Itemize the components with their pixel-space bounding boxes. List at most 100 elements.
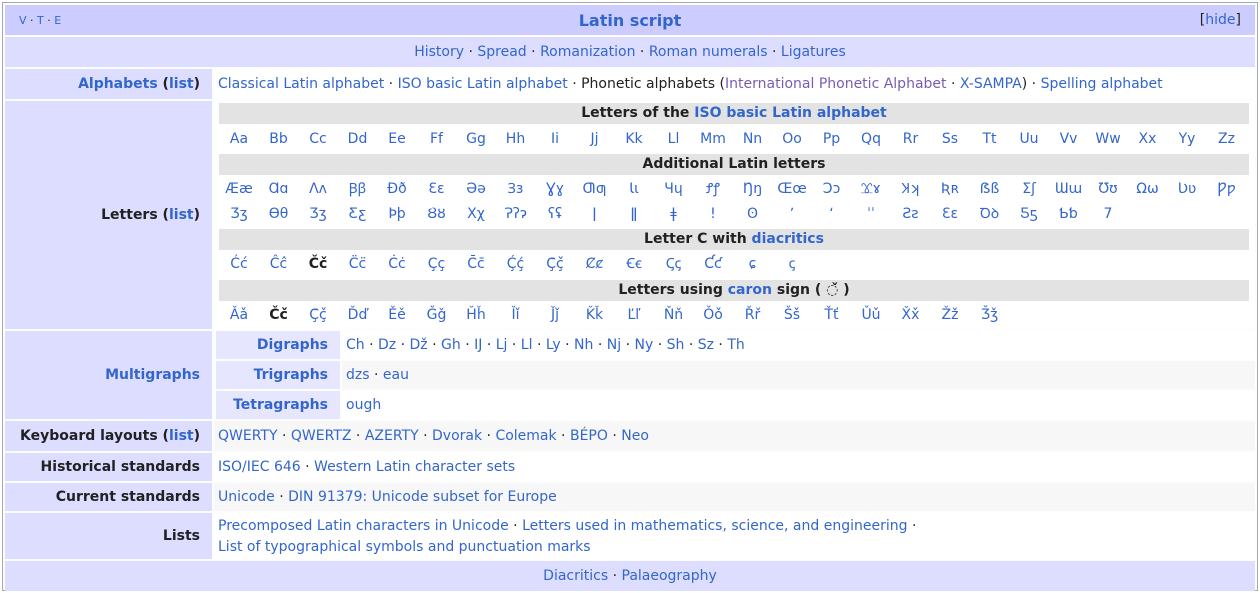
letter-link[interactable]: Ḉḉ [507, 252, 524, 277]
digraph-link[interactable]: Dž [410, 337, 428, 353]
multigraphs-label[interactable]: Multigraphs [105, 367, 200, 383]
letter-link[interactable]: Ꞔꞔ [666, 252, 682, 277]
letter-link[interactable]: Ƽƽ [1020, 202, 1037, 227]
list-link[interactable]: Precomposed Latin characters in Unicode [218, 518, 509, 534]
letter-link[interactable]: Bb [269, 127, 288, 152]
letter-link[interactable]: Šš [784, 303, 800, 328]
alphabet-link[interactable]: Classical Latin alphabet [218, 76, 384, 92]
letter-link[interactable]: ɕ [749, 252, 757, 277]
keyboard-layout-link[interactable]: Neo [621, 428, 649, 444]
hide-button[interactable]: hide [1205, 12, 1235, 28]
letter-link[interactable]: Ɣɣ [546, 177, 564, 202]
letter-link[interactable]: C̈c̈ [349, 252, 366, 277]
topic-link[interactable]: Romanization [540, 44, 635, 60]
diacritics-link[interactable]: diacritics [752, 231, 824, 247]
letter-link[interactable]: Ʌʌ [309, 177, 327, 202]
letter-link[interactable]: Ěě [388, 303, 405, 328]
letter-link[interactable]: Qq [861, 127, 881, 152]
letter-link[interactable]: Oo [782, 127, 802, 152]
keyboard-layout-link[interactable]: Dvorak [432, 428, 482, 444]
letter-link[interactable]: Ćć [230, 252, 247, 277]
letter-link[interactable]: Ňň [664, 303, 683, 328]
letter-link[interactable]: Ȟȟ [466, 303, 485, 328]
tetragraph-link[interactable]: ough [346, 397, 381, 413]
keyboard-layout-link[interactable]: Colemak [495, 428, 556, 444]
keyboard-layout-link[interactable]: BÉPO [570, 428, 608, 444]
letter-link[interactable]: Ωω [1136, 177, 1158, 202]
digraph-link[interactable]: Ly [546, 337, 561, 353]
letter-link[interactable]: Ƨƨ [902, 202, 918, 227]
letter-link[interactable]: Ff [430, 127, 443, 152]
letter-link[interactable]: Ɩɩ [629, 177, 639, 202]
letter-link[interactable]: Ꞵꞵ [349, 177, 367, 202]
letter-link[interactable]: Gg [466, 127, 486, 152]
letter-link[interactable]: Þþ [388, 202, 405, 227]
letter-link[interactable]: ˈˈ [867, 202, 875, 227]
letter-link[interactable]: Ꝭꝭ [706, 177, 720, 202]
letter-link[interactable]: Nn [743, 127, 762, 152]
letter-link[interactable]: J̌ǰ [551, 303, 559, 328]
letter-link[interactable]: Ǐǐ [511, 303, 519, 328]
alphabets-list-link[interactable]: list [169, 76, 194, 92]
ipa-link[interactable]: International Phonetic Alphabet [725, 76, 947, 92]
letter-link[interactable]: Ǯǯ [981, 303, 998, 328]
letter-link[interactable]: Xx [1139, 127, 1157, 152]
standard-link[interactable]: DIN 91379: Unicode subset for Europe [288, 489, 557, 505]
letter-link[interactable]: Ƈƈ [704, 252, 721, 277]
list-link[interactable]: List of typographical symbols and punctu… [218, 539, 591, 555]
letter-link[interactable]: Ss [942, 127, 958, 152]
letter-link[interactable]: Ɑɑ [269, 177, 289, 202]
list-link[interactable]: Letters used in mathematics, science, an… [522, 518, 907, 534]
letter-link[interactable]: Ðð [387, 177, 406, 202]
letter-link[interactable]: Ťť [824, 303, 838, 328]
digraph-link[interactable]: Sh [667, 337, 685, 353]
caron-link[interactable]: caron [728, 282, 772, 298]
letter-link[interactable]: Əə [466, 177, 486, 202]
topic-link[interactable]: Ligatures [781, 44, 846, 60]
letter-link[interactable]: ʻ [829, 202, 833, 227]
letter-link[interactable]: Ɛɛ [428, 177, 444, 202]
spelling-alphabet-link[interactable]: Spelling alphabet [1041, 76, 1163, 92]
keyboard-layout-link[interactable]: QWERTY [218, 428, 278, 444]
letter-link[interactable]: ꞔ [789, 252, 796, 277]
letter-link[interactable]: Ƿƿ [1217, 177, 1235, 202]
letter-link[interactable]: Ɥɥ [664, 177, 682, 202]
letter-link[interactable]: Œœ [777, 177, 806, 202]
letter-link[interactable]: Uu [1019, 127, 1038, 152]
letter-link[interactable]: Cc [309, 127, 326, 152]
topic-link[interactable]: Spread [477, 44, 526, 60]
footer-link[interactable]: Diacritics [543, 568, 608, 584]
digraph-link[interactable]: Gh [441, 337, 461, 353]
digraph-link[interactable]: Nh [574, 337, 593, 353]
letter-link[interactable]: C̄c̄ [467, 252, 484, 277]
keyboard-layout-link[interactable]: QWERTZ [291, 428, 352, 444]
letter-link[interactable]: Ǒǒ [703, 303, 723, 328]
digraph-link[interactable]: Th [727, 337, 744, 353]
digraph-link[interactable]: Ch [346, 337, 365, 353]
letter-link[interactable]: ǃ [711, 202, 715, 227]
letter-link[interactable]: Pp [823, 127, 840, 152]
navbox-title[interactable]: Latin script [579, 11, 682, 30]
letter-link[interactable]: Ǔǔ [861, 303, 880, 328]
letter-link[interactable]: Zz [1218, 127, 1235, 152]
letters-list-link[interactable]: list [169, 207, 194, 223]
letter-link[interactable]: Ææ [225, 177, 252, 202]
iso-alphabet-link[interactable]: ISO basic Latin alphabet [694, 105, 886, 121]
letter-link[interactable]: Ii [551, 127, 559, 152]
alphabets-label[interactable]: Alphabets [78, 76, 158, 92]
letter-link[interactable]: ʼ [790, 202, 794, 227]
letter-link[interactable]: Ç̌ç̌ [546, 252, 563, 277]
letter-link[interactable]: Ʀʀ [941, 177, 959, 202]
trigraph-link[interactable]: eau [383, 367, 409, 383]
digraph-link[interactable]: Nj [607, 337, 621, 353]
letter-link[interactable]: X̌x̌ [902, 303, 920, 328]
letter-link[interactable]: Ƣƣ [583, 177, 607, 202]
digraph-link[interactable]: IJ [474, 337, 482, 353]
letter-link[interactable]: Ʊʊ [1098, 177, 1117, 202]
standard-link[interactable]: Unicode [218, 489, 275, 505]
letter-link[interactable]: Ʃʃ [1022, 177, 1036, 202]
letter-link[interactable]: Ɔɔ [823, 177, 841, 202]
letter-link[interactable]: Ee [388, 127, 405, 152]
letter-link[interactable]: Mm [700, 127, 726, 152]
letter-link[interactable]: Ȼȼ [586, 252, 603, 277]
